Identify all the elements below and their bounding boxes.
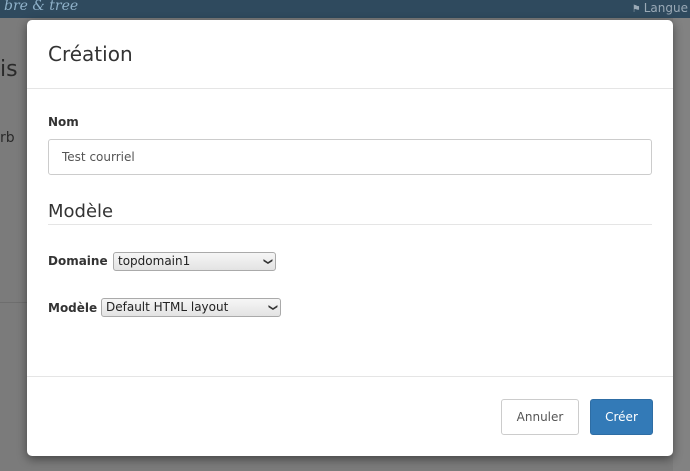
- modal-header: Création: [27, 20, 673, 89]
- template-select[interactable]: Default HTML layout ❯: [101, 298, 281, 317]
- section-divider: [48, 224, 652, 225]
- language-menu: ⚑ Langue: [632, 1, 688, 15]
- domain-select-value: topdomain1: [118, 254, 191, 268]
- navbar: bre & tree ⚑ Langue: [0, 0, 690, 18]
- domain-select[interactable]: topdomain1 ❯: [113, 252, 276, 271]
- name-label: Nom: [48, 115, 79, 129]
- name-input[interactable]: Test courriel: [48, 139, 652, 175]
- language-label: Langue: [643, 1, 688, 15]
- modal-footer: Annuler Créer: [27, 376, 673, 457]
- creation-modal: Création Nom Test courriel Modèle Domain…: [27, 20, 673, 456]
- background-right-strip: [673, 18, 690, 471]
- template-select-value: Default HTML layout: [106, 300, 229, 314]
- cancel-button[interactable]: Annuler: [501, 399, 579, 435]
- background-subtitle: rb: [0, 130, 15, 146]
- modal-body: Nom Test courriel Modèle Domaine topdoma…: [27, 89, 673, 376]
- template-label: Modèle: [48, 301, 98, 315]
- background-page-title: is: [0, 57, 18, 82]
- brand-logo: bre & tree: [4, 0, 79, 14]
- create-button[interactable]: Créer: [590, 399, 653, 435]
- flag-icon: ⚑: [631, 4, 641, 15]
- chevron-down-icon: ❯: [262, 257, 273, 266]
- modal-title: Création: [48, 42, 133, 66]
- chevron-down-icon: ❯: [267, 303, 278, 312]
- domain-label: Domaine: [48, 254, 108, 268]
- template-section-title: Modèle: [48, 201, 114, 222]
